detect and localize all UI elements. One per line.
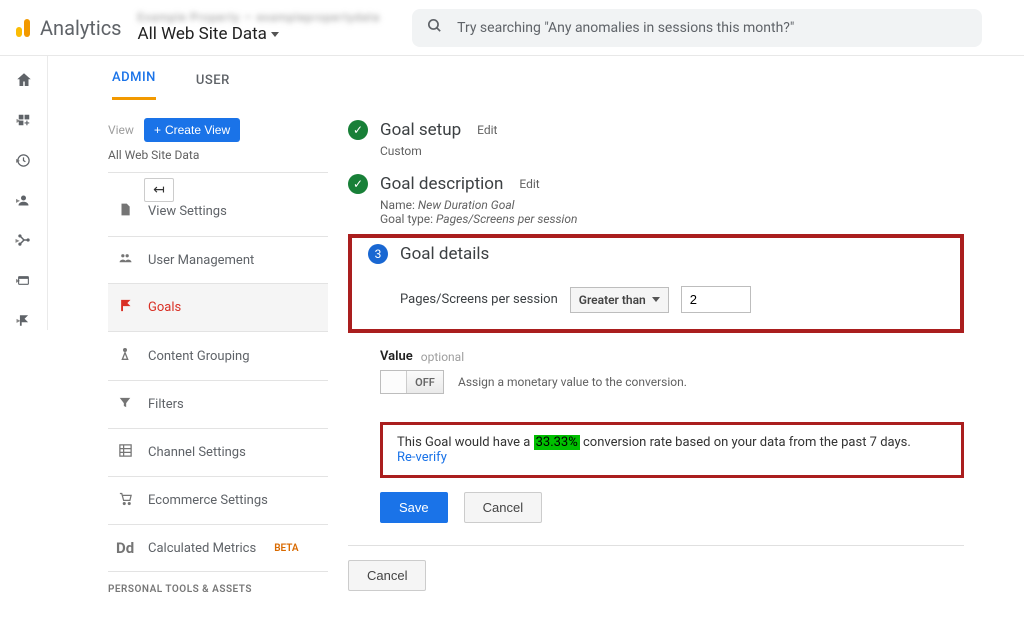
cart-icon [116,491,134,510]
home-icon[interactable] [12,70,36,90]
nav-label: Calculated Metrics [148,541,256,556]
filter-icon [116,395,134,414]
condition-value: Greater than [579,293,646,307]
nav-label: Filters [148,397,184,412]
step-number-badge: 3 [368,244,388,264]
search-box[interactable]: Try searching "Any anomalies in sessions… [412,9,982,47]
step-description-summary: Name: New Duration Goal Goal type: Pages… [380,198,964,226]
step-title: Goal details [400,244,489,264]
section-heading: PERSONAL TOOLS & ASSETS [108,572,328,595]
channel-settings-icon [116,443,134,462]
left-icon-rail: ▸ ▸ ▸ ▸ ▸ ▸ [0,56,48,330]
main-column: ADMIN USER ↤ View + Create View All Web … [48,56,1024,621]
logo: Analytics [16,16,122,40]
toggle-label: OFF [407,376,443,389]
nav-ecommerce-settings[interactable]: Ecommerce Settings [108,477,328,525]
step-goal-details: 3 Goal details [368,244,944,272]
toggle-knob [381,371,407,393]
step-title: Goal setup [380,120,461,140]
create-view-button[interactable]: + Create View [144,118,240,142]
cancel-button-bottom[interactable]: Cancel [348,560,426,591]
audience-icon[interactable]: ▸ [12,190,36,210]
step-goal-description[interactable]: ✓ Goal description Edit [348,166,964,202]
current-view-name: All Web Site Data [108,148,328,162]
sidebar: View + Create View All Web Site Data Vie… [48,100,338,621]
step-goal-setup[interactable]: ✓ Goal setup Edit [348,112,964,148]
nav-content-grouping[interactable]: Content Grouping [108,332,328,381]
nav-filters[interactable]: Filters [108,381,328,429]
nav-label: View Settings [148,204,227,219]
property-account: Example Property — examplepropertydata [138,11,381,24]
tab-user[interactable]: USER [196,61,230,100]
edit-link[interactable]: Edit [477,123,497,137]
nav-calculated-metrics[interactable]: Dd Calculated Metrics BETA [108,525,328,572]
verify-text-suffix: conversion rate based on your data from … [580,435,911,450]
edit-link[interactable]: Edit [519,177,539,191]
view-label: View [108,123,134,137]
save-button[interactable]: Save [380,492,448,523]
step-setup-summary: Custom [380,144,964,158]
check-icon: ✓ [348,120,368,140]
create-view-label: Create View [165,123,230,137]
nav-list: View Settings User Management Goals Cont… [108,187,328,572]
conversions-icon[interactable]: ▸ [12,310,36,330]
nav-label: User Management [148,253,254,268]
value-label: Value [380,349,413,364]
search-icon [426,17,443,38]
condition-dropdown[interactable]: Greater than [570,287,669,313]
document-icon [116,201,134,222]
acquisition-icon[interactable]: ▸ [12,230,36,250]
dd-icon: Dd [116,539,134,557]
customization-icon[interactable]: ▸ [12,110,36,130]
nav-label: Channel Settings [148,445,246,460]
check-icon: ✓ [348,174,368,194]
behavior-icon[interactable]: ▸ [12,270,36,290]
beta-badge: BETA [274,543,298,554]
goal-details-highlight: 3 Goal details Pages/Screens per session… [348,234,964,333]
cancel-button[interactable]: Cancel [464,492,542,523]
verify-text-prefix: This Goal would have a [397,435,534,450]
goal-form: ✓ Goal setup Edit Custom ✓ Goal descript… [338,100,1024,621]
product-name: Analytics [40,16,122,40]
tab-admin[interactable]: ADMIN [112,58,156,100]
pages-value-input[interactable] [681,286,751,313]
step-title: Goal description [380,174,503,194]
content-grouping-icon [116,346,134,366]
value-toggle[interactable]: OFF [380,370,444,394]
analytics-logo-icon [16,19,30,37]
nav-channel-settings[interactable]: Channel Settings [108,429,328,477]
nav-label: Content Grouping [148,349,250,364]
chevron-down-icon [271,32,279,37]
property-selector[interactable]: Example Property — examplepropertydata A… [138,11,381,45]
value-optional: optional [421,350,464,364]
nav-goals[interactable]: Goals [108,284,328,332]
nav-user-management[interactable]: User Management [108,237,328,284]
back-button[interactable]: ↤ [144,178,174,202]
verify-highlight: This Goal would have a 33.33% conversion… [380,422,964,478]
property-view: All Web Site Data [138,24,267,44]
nav-label: Ecommerce Settings [148,493,268,508]
content: ↤ View + Create View All Web Site Data V… [48,100,1024,621]
reverify-link[interactable]: Re-verify [397,450,447,465]
nav-view-settings[interactable]: View Settings [108,187,328,237]
tab-bar: ADMIN USER [48,56,1024,100]
plus-icon: + [154,123,161,137]
flag-icon [116,298,134,317]
nav-label: Goals [148,300,181,315]
topbar: Analytics Example Property — exampleprop… [0,0,1024,56]
users-icon [116,251,134,269]
realtime-icon[interactable]: ▸ [12,150,36,170]
assign-description: Assign a monetary value to the conversio… [458,375,687,389]
search-placeholder: Try searching "Any anomalies in sessions… [457,20,794,36]
chevron-down-icon [652,297,660,302]
conversion-rate: 33.33% [534,435,580,450]
field-label: Pages/Screens per session [400,292,558,307]
